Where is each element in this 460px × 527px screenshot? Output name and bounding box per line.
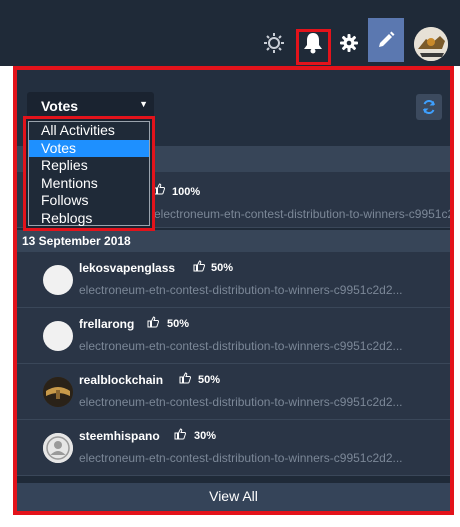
filter-option-reblogs[interactable]: Reblogs [29, 210, 149, 228]
refresh-icon [423, 100, 435, 114]
activity-filter-select[interactable]: Votes ▼ [27, 92, 154, 118]
vote-percent: 30% [194, 430, 217, 442]
vote-percent: 50% [211, 262, 234, 274]
thumbs-up-icon [179, 371, 191, 389]
post-link[interactable]: electroneum-etn-contest-distribution-to-… [79, 451, 403, 465]
refresh-button[interactable] [416, 94, 442, 120]
filter-option-votes[interactable]: Votes [29, 139, 149, 157]
thumbs-up-icon [147, 315, 159, 333]
view-all-button[interactable]: View All [17, 483, 450, 511]
gear-icon [340, 34, 358, 52]
chevron-down-icon: ▼ [139, 99, 148, 109]
post-link[interactable]: electroneum-etn-contest-distribution-to-… [79, 283, 403, 297]
filter-options-list: All Activities Votes Replies Mentions Fo… [28, 121, 150, 226]
vote-percent: 50% [167, 318, 190, 330]
date-header: 13 September 2018 [17, 230, 450, 252]
write-post-button[interactable] [368, 18, 404, 62]
list-item[interactable]: steemhispano 30% electroneum-etn-contest… [17, 420, 450, 476]
filter-option-all-activities[interactable]: All Activities [29, 122, 149, 140]
list-item[interactable]: lekosvapenglass 50% electroneum-etn-cont… [17, 252, 450, 308]
post-link[interactable]: electroneum-etn-contest-distribution-to-… [154, 207, 450, 221]
thumbs-up-icon [174, 427, 186, 445]
username[interactable]: lekosvapenglass [79, 261, 175, 275]
settings-button[interactable] [334, 28, 364, 58]
vote-percent: 50% [198, 374, 221, 386]
username[interactable]: realblockchain [79, 373, 163, 387]
pencil-icon [379, 31, 395, 47]
post-link[interactable]: electroneum-etn-contest-distribution-to-… [79, 395, 403, 409]
selected-filter: Votes [41, 98, 79, 114]
sun-icon[interactable] [259, 28, 289, 58]
avatar [43, 433, 73, 463]
avatar [43, 377, 73, 407]
list-item[interactable]: realblockchain 50% electroneum-etn-conte… [17, 364, 450, 420]
avatar [43, 321, 73, 351]
filter-option-mentions[interactable]: Mentions [29, 175, 149, 193]
user-avatar[interactable] [414, 27, 448, 61]
thumbs-up-icon [193, 259, 205, 277]
post-link[interactable]: electroneum-etn-contest-distribution-to-… [79, 339, 403, 353]
username[interactable]: frellarong [79, 317, 134, 331]
filter-dropdown: All Activities Votes Replies Mentions Fo… [23, 116, 155, 231]
avatar [43, 265, 73, 295]
bell-highlight [296, 29, 331, 65]
filter-option-follows[interactable]: Follows [29, 192, 149, 210]
username[interactable]: steemhispano [79, 429, 160, 443]
top-nav-bar [0, 0, 460, 66]
list-item[interactable]: frellarong 50% electroneum-etn-contest-d… [17, 308, 450, 364]
filter-option-replies[interactable]: Replies [29, 157, 149, 175]
vote-percent: 100% [172, 186, 201, 198]
